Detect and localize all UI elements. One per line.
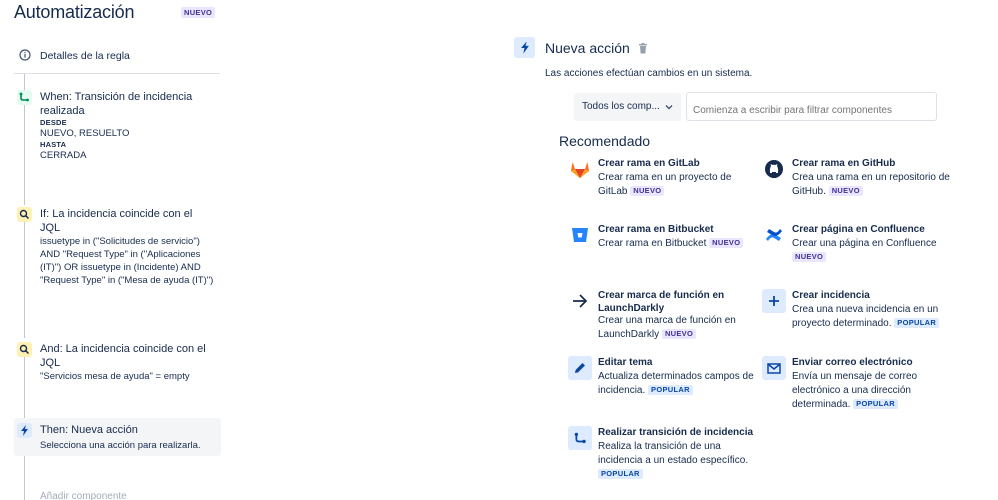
new-badge: NUEVO [181,7,216,18]
popular-badge: POPULAR [648,385,693,395]
action-description: Crear una marca de función en LaunchDark… [598,315,736,340]
panel-title: Nueva acción [545,40,630,56]
action-card-github[interactable]: Crear rama en GitHub Crea una rama en un… [762,157,952,201]
action-card-confluence[interactable]: Crear página en Confluence Crear una pág… [762,223,952,267]
action-card-bitbucket[interactable]: Crear rama en Bitbucket Crear rama en Bi… [568,223,758,267]
bitbucket-icon [568,223,592,247]
action-step-selected[interactable]: Then: Nueva acción Selecciona una acción… [14,418,221,456]
section-title: Recomendado [559,133,651,149]
launchdarkly-icon [568,289,592,313]
search-icon [17,342,32,357]
action-description: Envía un mensaje de correo electrónico a… [792,371,918,410]
trash-icon[interactable] [638,43,648,54]
plus-icon [762,289,786,313]
filter-components-input[interactable] [686,92,937,121]
pencil-icon [568,356,592,380]
action-title: Crear incidencia [792,290,870,301]
chevron-down-icon [665,105,673,110]
action-card-create-issue[interactable]: Crear incidencia Crea una nueva incidenc… [762,289,952,333]
gitlab-icon [568,157,592,181]
new-badge: NUEVO [828,186,863,196]
confluence-icon [762,223,786,247]
transition-icon [17,90,32,105]
lightning-icon [514,37,535,58]
action-title: Editar tema [598,357,653,368]
rule-details-label: Detalles de la regla [40,50,130,62]
add-component-link[interactable]: Añadir componente [40,491,127,500]
panel-description: Las acciones efectúan cambios en un sist… [545,68,753,79]
step-jql: "Servicios mesa de ayuda" = empty [40,371,190,382]
action-description: Crear rama en un proyecto de GitLab NUEV… [598,172,732,197]
action-title: Enviar correo electrónico [792,357,913,368]
lightning-icon [17,423,32,438]
select-value: Todos los comp... [582,101,660,112]
action-title: Crear rama en GitLab [598,158,700,169]
action-description: Realiza la transición de una incidencia … [598,441,749,479]
action-card-transition-issue[interactable]: Realizar transición de incidencia Realiz… [568,426,758,482]
action-card-edit-issue[interactable]: Editar tema Actualiza determinados campo… [568,356,758,400]
step-details: DESDE NUEVO, RESUELTO HASTA CERRADA [40,118,215,162]
to-caption: HASTA [40,140,67,149]
new-badge: NUEVO [709,238,744,248]
trigger-step[interactable]: When: Transición de incidencia realizada… [14,88,221,176]
step-title: Then: Nueva acción [40,424,138,436]
action-description: Actualiza determinados campos de inciden… [598,371,754,396]
action-card-gitlab[interactable]: Crear rama en GitLab Crear rama en un pr… [568,157,758,201]
action-title: Crear rama en GitHub [792,158,896,169]
from-caption: DESDE [40,118,67,127]
action-title: Realizar transición de incidencia [598,427,754,438]
new-badge: NUEVO [661,329,697,339]
transition-icon [568,426,592,450]
from-value: NUEVO, RESUELTO [40,128,130,139]
new-badge: NUEVO [792,252,827,262]
popular-badge: POPULAR [598,469,643,479]
new-badge: NUEVO [630,186,665,196]
condition-step[interactable]: If: La incidencia coincide con el JQL is… [14,205,221,305]
component-type-select[interactable]: Todos los comp... [574,93,681,121]
action-card-launchdarkly[interactable]: Crear marca de función en LaunchDarkly C… [568,289,758,345]
action-description: Crear rama en Bitbucket NUEVO [598,237,758,251]
action-title: Crear página en Confluence [792,224,925,235]
action-description: Crear una página en Confluence NUEVO [792,238,937,262]
step-title: When: Transición de incidencia realizada [40,91,193,117]
to-value: CERRADA [40,150,87,161]
rule-editor-sidebar: Automatización NUEVO Detalles de la regl… [0,0,230,500]
condition-step[interactable]: And: La incidencia coincide con el JQL "… [14,340,221,388]
action-title: Crear marca de función en LaunchDarkly [598,290,725,314]
action-title: Crear rama en Bitbucket [598,224,714,235]
github-icon [762,157,786,181]
step-jql: issuetype in ("Solicitudes de servicio")… [40,236,214,286]
popular-badge: POPULAR [853,399,898,409]
search-icon [17,207,32,222]
action-description: Crea una rama en un repositorio de GitHu… [792,172,950,197]
action-description: Crea una nueva incidencia en un proyecto… [792,304,940,329]
step-hint: Selecciona una acción para realizarla. [40,440,201,451]
mail-icon [762,356,786,380]
info-icon [19,49,31,61]
rule-details-item[interactable]: Detalles de la regla [14,44,220,74]
page-title: Automatización [14,2,135,22]
step-title: And: La incidencia coincide con el JQL [40,343,206,369]
step-title: If: La incidencia coincide con el JQL [40,208,193,234]
action-card-send-email[interactable]: Enviar correo electrónico Envía un mensa… [762,356,952,412]
popular-badge: POPULAR [894,318,940,328]
